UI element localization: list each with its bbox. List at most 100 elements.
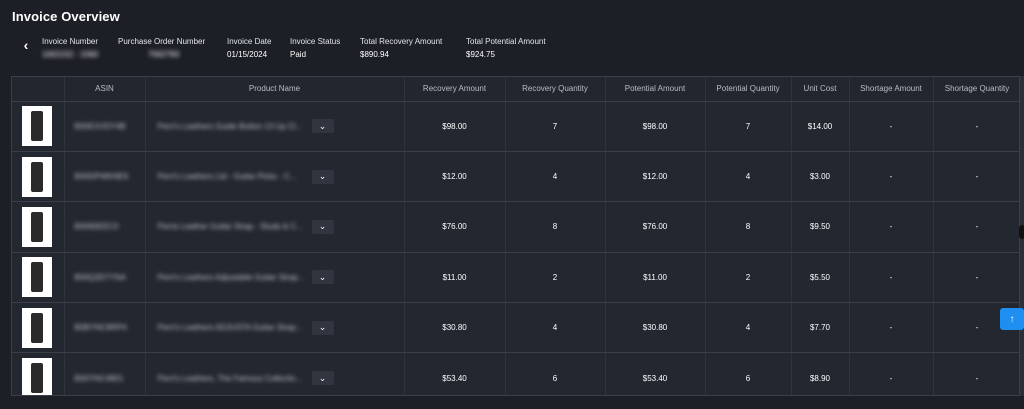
potential-amount-cell: $98.00: [605, 101, 706, 152]
recovery-amount-cell: $98.00: [404, 101, 506, 152]
shortage-amount-cell: -: [849, 151, 934, 203]
potential-amount-cell: $30.80: [605, 302, 706, 354]
unit-cost-cell: $9.50: [791, 201, 850, 253]
asin-cell: B0060EEC0: [64, 201, 146, 253]
asin-cell: B00DPWKNE6: [64, 151, 146, 203]
header-shortage-amount[interactable]: Shortage Amount: [849, 77, 934, 102]
chevron-down-icon: ⌄: [318, 372, 327, 383]
product-name-value: Perri's Leathers Guide Button 13 Up Cl..…: [157, 121, 303, 131]
unit-cost-cell: $14.00: [791, 101, 850, 152]
table-row: B00YNC4801 Perri's Leathers, The Famous C…: [12, 352, 1019, 395]
product-image-cell: [12, 151, 65, 203]
potential-quantity-cell: 2: [705, 252, 792, 304]
product-name-cell: Perri's Leathers Adjustable Guitar Strap…: [145, 252, 405, 304]
scroll-to-top-button[interactable]: ↑: [1000, 308, 1024, 330]
asin-value: B00DPWKNE6: [74, 172, 129, 182]
shortage-amount-cell: -: [849, 302, 934, 354]
product-thumbnail[interactable]: [22, 307, 52, 348]
invoice-number-label: Invoice Number: [42, 37, 99, 46]
asin-value: B00EXVDY4B: [74, 121, 126, 131]
asin-cell: B00EXVDY4B: [64, 101, 146, 152]
recovery-quantity-cell: 7: [505, 101, 606, 152]
table-row: B0BYNC8RP4 Perri's Leathers ADJUSTA Guita…: [12, 302, 1019, 354]
asin-value: B0060EEC0: [74, 222, 119, 232]
header-asin[interactable]: ASIN: [64, 77, 146, 102]
header-shortage-quantity[interactable]: Shortage Quantity: [933, 77, 1019, 102]
product-name-cell: Perri's Leathers, The Famous Collectio..…: [145, 352, 405, 395]
product-thumbnail[interactable]: [22, 257, 52, 298]
asin-value: B0BYNC8RP4: [74, 323, 127, 333]
invoice-items-table: ASIN Product Name Recovery Amount Recove…: [11, 76, 1020, 396]
shortage-quantity-cell: -: [933, 101, 1019, 152]
potential-quantity-cell: 6: [705, 352, 792, 395]
recovery-quantity-cell: 4: [505, 151, 606, 203]
shortage-quantity-cell: -: [933, 252, 1019, 304]
header-potential-amount[interactable]: Potential Amount: [605, 77, 706, 102]
scrollbar-thumb[interactable]: [1019, 225, 1024, 239]
table-header-row: ASIN Product Name Recovery Amount Recove…: [12, 77, 1019, 102]
product-image-cell: [12, 101, 65, 152]
arrow-up-icon: ↑: [1009, 313, 1015, 325]
potential-amount-cell: $12.00: [605, 151, 706, 203]
recovery-amount-cell: $76.00: [404, 201, 506, 253]
total-recovery-field: Total Recovery Amount $890.94: [360, 37, 442, 59]
expand-dropdown-button[interactable]: ⌄: [311, 320, 334, 335]
header-recovery-amount[interactable]: Recovery Amount: [404, 77, 506, 102]
chevron-down-icon: ⌄: [318, 120, 327, 131]
total-potential-field: Total Potential Amount $924.75: [466, 37, 546, 59]
shortage-amount-cell: -: [849, 201, 934, 253]
product-name-cell: Perris Leather Guitar Strap - Studs & C.…: [145, 201, 405, 253]
total-potential-value: $924.75: [466, 50, 495, 59]
page-title: Invoice Overview: [12, 9, 120, 24]
expand-dropdown-button[interactable]: ⌄: [311, 371, 334, 386]
shortage-amount-cell: -: [849, 252, 934, 304]
shortage-quantity-cell: -: [933, 201, 1019, 253]
recovery-quantity-cell: 8: [505, 201, 606, 253]
product-thumbnail[interactable]: [22, 106, 52, 147]
product-thumbnail[interactable]: [22, 156, 52, 197]
chevron-down-icon: ⌄: [318, 271, 327, 282]
product-thumbnail[interactable]: [22, 206, 52, 247]
recovery-amount-cell: $11.00: [404, 252, 506, 304]
purchase-order-value: 7562783: [148, 50, 180, 59]
unit-cost-cell: $5.50: [791, 252, 850, 304]
product-image: [31, 161, 43, 192]
potential-quantity-cell: 4: [705, 151, 792, 203]
product-name-value: Perri's Leathers Ltd - Guitar Picks - C.…: [157, 172, 297, 182]
product-name-cell: Perri's Leathers Guide Button 13 Up Cl..…: [145, 101, 405, 152]
product-image-cell: [12, 352, 65, 395]
expand-dropdown-button[interactable]: ⌄: [311, 119, 334, 134]
header-potential-quantity[interactable]: Potential Quantity: [705, 77, 792, 102]
product-thumbnail[interactable]: [22, 358, 52, 395]
shortage-amount-cell: -: [849, 101, 934, 152]
invoice-number-value: 1002152 - 1560: [42, 50, 99, 59]
product-name-value: Perris Leather Guitar Strap - Studs & C.…: [157, 222, 303, 232]
invoice-date-label: Invoice Date: [227, 37, 272, 46]
header-image: [12, 77, 65, 102]
table-row: B00DPWKNE6 Perri's Leathers Ltd - Guitar …: [12, 151, 1019, 203]
expand-dropdown-button[interactable]: ⌄: [311, 270, 334, 285]
potential-amount-cell: $76.00: [605, 201, 706, 253]
product-image: [31, 363, 43, 394]
product-name-value: Perri's Leathers Adjustable Guitar Strap…: [157, 272, 305, 282]
recovery-quantity-cell: 4: [505, 302, 606, 354]
invoice-status-label: Invoice Status: [290, 37, 341, 46]
recovery-quantity-cell: 6: [505, 352, 606, 395]
asin-value: B00Q3D7YNA: [74, 272, 127, 282]
product-name-value: Perri's Leathers ADJUSTA Guitar Strap...: [157, 323, 303, 333]
potential-quantity-cell: 4: [705, 302, 792, 354]
table-row: B00EXVDY4B Perri's Leathers Guide Button …: [12, 101, 1019, 152]
product-name-cell: Perri's Leathers Ltd - Guitar Picks - C.…: [145, 151, 405, 203]
invoice-date-value: 01/15/2024: [227, 50, 268, 59]
header-recovery-quantity[interactable]: Recovery Quantity: [505, 77, 606, 102]
invoice-number-field: Invoice Number 1002152 - 1560: [42, 37, 98, 59]
expand-dropdown-button[interactable]: ⌄: [311, 169, 334, 184]
header-product-name[interactable]: Product Name: [145, 77, 405, 102]
potential-quantity-cell: 7: [705, 101, 792, 152]
header-unit-cost[interactable]: Unit Cost: [791, 77, 850, 102]
potential-amount-cell: $53.40: [605, 352, 706, 395]
product-name-value: Perri's Leathers, The Famous Collectio..…: [157, 373, 303, 383]
back-button[interactable]: ‹: [19, 37, 33, 53]
expand-dropdown-button[interactable]: ⌄: [311, 219, 334, 234]
asin-cell: B00Q3D7YNA: [64, 252, 146, 304]
